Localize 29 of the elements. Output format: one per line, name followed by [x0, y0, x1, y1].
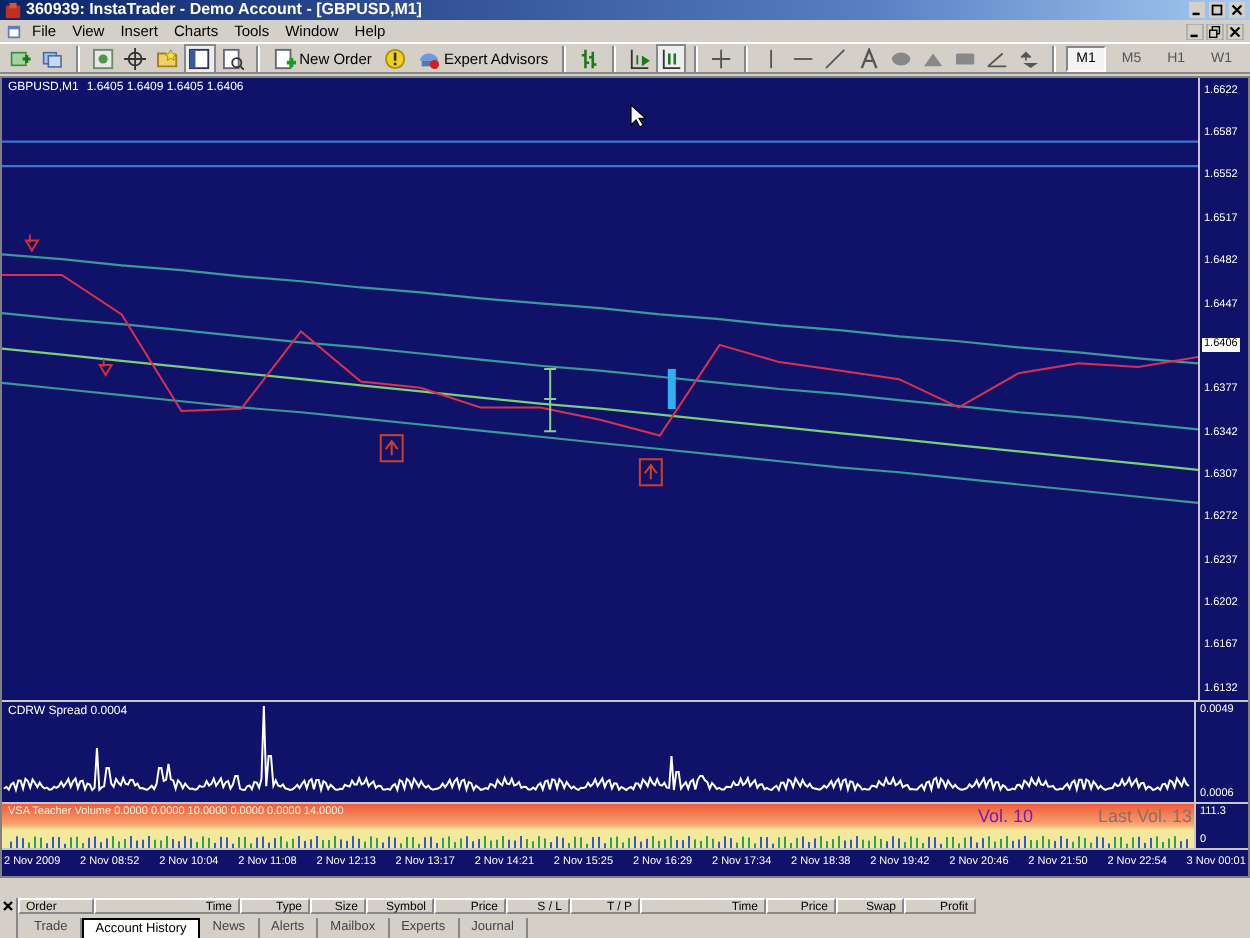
document-icon: [6, 23, 22, 39]
maximize-icon[interactable]: [1208, 2, 1226, 18]
down-arrow-icon: [24, 233, 40, 252]
close-icon[interactable]: [2, 900, 14, 912]
close-icon[interactable]: [1226, 23, 1244, 39]
chart-shift-icon[interactable]: [626, 45, 653, 71]
crosshair-icon[interactable]: [122, 45, 149, 71]
trendline-icon[interactable]: [822, 45, 850, 71]
measure-marker: [543, 367, 558, 433]
up-arrow-icon: [379, 434, 404, 463]
autoscroll-icon[interactable]: [658, 45, 685, 71]
new-order-icon: [273, 47, 296, 69]
minimize-icon[interactable]: [1186, 23, 1204, 39]
text-tool-icon[interactable]: [855, 45, 882, 71]
warning-icon[interactable]: [381, 45, 408, 71]
last-volume-value: Last Vol. 13: [1098, 806, 1193, 826]
app-icon: [4, 1, 22, 19]
volume-marker: [667, 368, 676, 410]
tester-icon[interactable]: [219, 45, 246, 71]
crosshair-icon[interactable]: [708, 45, 735, 71]
close-icon[interactable]: [1228, 2, 1246, 18]
minimize-icon[interactable]: [1188, 2, 1206, 18]
window-title: 360939: InstaTrader - Demo Account - [GBPUSD,M1]: [26, 0, 422, 20]
terminal-icon[interactable]: [186, 45, 214, 71]
up-arrow-icon: [638, 458, 663, 487]
mouse-pointer-icon: [630, 104, 646, 128]
volume-value: Vol. 10: [978, 806, 1034, 826]
down-arrow-icon: [98, 357, 114, 376]
restore-icon[interactable]: [1206, 23, 1224, 39]
